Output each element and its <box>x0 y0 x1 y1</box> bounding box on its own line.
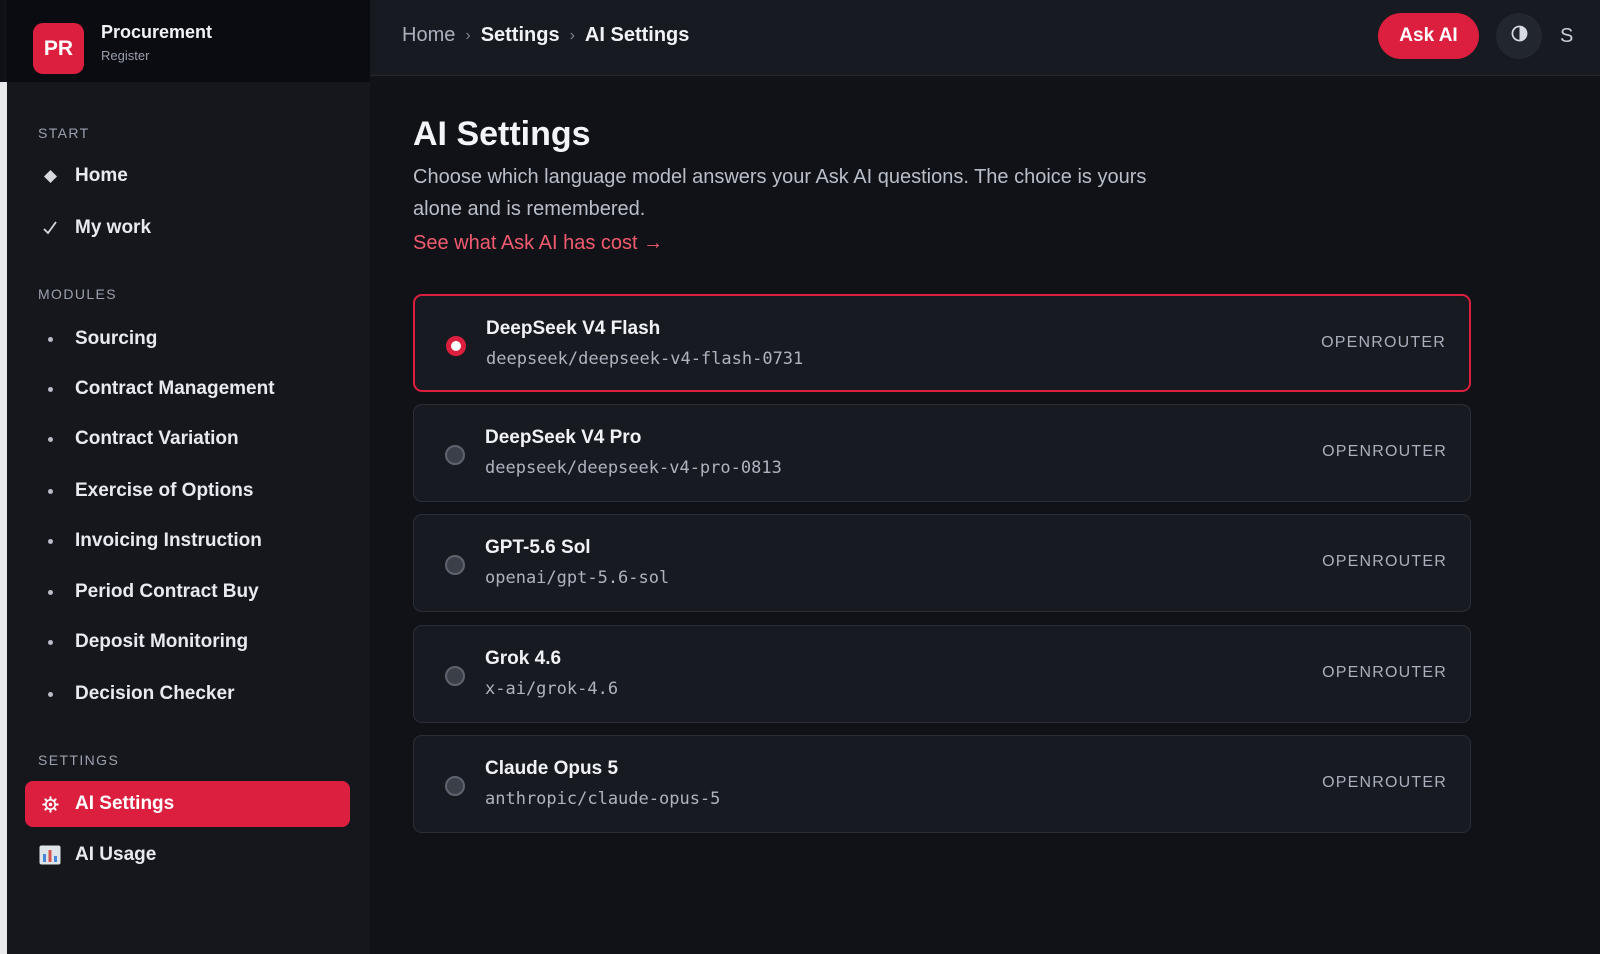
theme-toggle-button[interactable] <box>1496 13 1542 59</box>
diamond-icon <box>25 169 75 183</box>
bullet-icon <box>25 538 75 544</box>
sidebar-item-label: Contract Management <box>75 378 275 399</box>
top-bar: Home › Settings › AI Settings Ask AI S <box>370 0 1600 76</box>
window-edge <box>0 82 7 954</box>
model-id: anthropic/claude-opus-5 <box>485 789 721 809</box>
sidebar-item-label: AI Usage <box>75 844 157 865</box>
sidebar-item-label: Decision Checker <box>75 683 235 704</box>
sidebar-item-period-contract-buy[interactable]: Period Contract Buy <box>25 569 350 615</box>
sidebar-item-home[interactable]: Home <box>25 153 350 199</box>
model-name: DeepSeek V4 Pro <box>485 427 642 448</box>
sidebar-item-label: Contract Variation <box>75 428 239 449</box>
bullet-icon <box>25 691 75 697</box>
bullet-icon <box>25 488 75 494</box>
model-name: DeepSeek V4 Flash <box>486 318 661 339</box>
ai-cost-link[interactable]: See what Ask AI has cost → <box>413 232 663 255</box>
check-icon <box>25 220 75 236</box>
section-label-settings: SETTINGS <box>38 752 120 768</box>
bullet-icon <box>25 436 75 442</box>
truncated-header-text: S <box>1560 25 1574 47</box>
page-description: Choose which language model answers your… <box>413 166 1147 220</box>
page-title: AI Settings <box>413 115 591 153</box>
main-content: AI Settings Choose which language model … <box>370 77 1600 954</box>
model-option-grok-4-6[interactable]: Grok 4.6 x-ai/grok-4.6 OPENROUTER <box>413 625 1471 723</box>
sidebar-item-contract-management[interactable]: Contract Management <box>25 366 350 412</box>
sidebar-item-label: Deposit Monitoring <box>75 631 249 652</box>
brand-header[interactable]: PR Procurement Register <box>7 0 370 82</box>
model-id: deepseek/deepseek-v4-flash-0731 <box>486 349 804 369</box>
sidebar-item-contract-variation[interactable]: Contract Variation <box>25 416 350 462</box>
model-name: Grok 4.6 <box>485 648 562 669</box>
sidebar-item-label: Invoicing Instruction <box>75 530 262 551</box>
sidebar-item-label: Period Contract Buy <box>75 581 259 602</box>
sidebar-item-exercise-of-options[interactable]: Exercise of Options <box>25 468 350 514</box>
breadcrumb-current: AI Settings <box>584 24 690 46</box>
section-label-modules: MODULES <box>38 286 118 302</box>
chevron-right-icon: › <box>569 26 575 44</box>
model-radio[interactable] <box>445 666 465 686</box>
chevron-right-icon: › <box>465 26 471 44</box>
bullet-icon <box>25 589 75 595</box>
bullet-icon <box>25 336 75 342</box>
sidebar-item-invoicing-instruction[interactable]: Invoicing Instruction <box>25 518 350 564</box>
model-radio[interactable] <box>445 776 465 796</box>
bar-chart-icon <box>25 845 75 865</box>
sidebar-item-label: AI Settings <box>75 793 175 814</box>
model-name: Claude Opus 5 <box>485 758 619 779</box>
model-name: GPT-5.6 Sol <box>485 537 591 558</box>
model-option-deepseek-v4-flash[interactable]: DeepSeek V4 Flash deepseek/deepseek-v4-f… <box>413 294 1471 392</box>
sidebar-item-ai-settings[interactable]: AI Settings <box>25 781 350 827</box>
breadcrumb: Home › Settings › AI Settings <box>402 24 689 47</box>
model-radio[interactable] <box>446 336 466 356</box>
breadcrumb-home[interactable]: Home <box>402 24 455 47</box>
model-provider: OPENROUTER <box>1322 553 1447 570</box>
model-provider: OPENROUTER <box>1322 443 1447 460</box>
model-option-deepseek-v4-pro[interactable]: DeepSeek V4 Pro deepseek/deepseek-v4-pro… <box>413 404 1471 502</box>
brand-badge: PR <box>33 23 84 74</box>
brand-subtitle: Register <box>101 48 150 63</box>
model-radio[interactable] <box>445 555 465 575</box>
model-provider: OPENROUTER <box>1322 664 1447 681</box>
ask-ai-button[interactable]: Ask AI <box>1378 13 1479 59</box>
sidebar-item-label: Home <box>75 165 128 186</box>
breadcrumb-settings[interactable]: Settings <box>481 24 560 47</box>
model-id: deepseek/deepseek-v4-pro-0813 <box>485 458 782 478</box>
brand-title: Procurement <box>101 22 213 42</box>
app-root: PR Procurement Register START Home My wo… <box>0 0 1600 954</box>
model-id: x-ai/grok-4.6 <box>485 679 619 699</box>
sidebar-item-ai-usage[interactable]: AI Usage <box>25 832 350 878</box>
bullet-icon <box>25 639 75 645</box>
sidebar-item-label: My work <box>75 217 152 238</box>
sidebar-item-decision-checker[interactable]: Decision Checker <box>25 671 350 717</box>
model-option-gpt-5-6-sol[interactable]: GPT-5.6 Sol openai/gpt-5.6-sol OPENROUTE… <box>413 514 1471 612</box>
bullet-icon <box>25 386 75 392</box>
model-provider: OPENROUTER <box>1321 334 1446 351</box>
contrast-icon <box>1511 25 1528 47</box>
model-id: openai/gpt-5.6-sol <box>485 568 670 588</box>
section-label-start: START <box>38 125 90 141</box>
model-option-claude-opus-5[interactable]: Claude Opus 5 anthropic/claude-opus-5 OP… <box>413 735 1471 833</box>
sidebar-item-label: Exercise of Options <box>75 480 254 501</box>
sidebar-item-deposit-monitoring[interactable]: Deposit Monitoring <box>25 619 350 665</box>
sidebar-item-my-work[interactable]: My work <box>25 205 350 251</box>
gear-icon <box>25 795 75 813</box>
model-radio[interactable] <box>445 445 465 465</box>
sidebar-item-label: Sourcing <box>75 328 158 349</box>
sidebar: PR Procurement Register START Home My wo… <box>7 0 370 954</box>
model-provider: OPENROUTER <box>1322 774 1447 791</box>
sidebar-item-sourcing[interactable]: Sourcing <box>25 316 350 362</box>
